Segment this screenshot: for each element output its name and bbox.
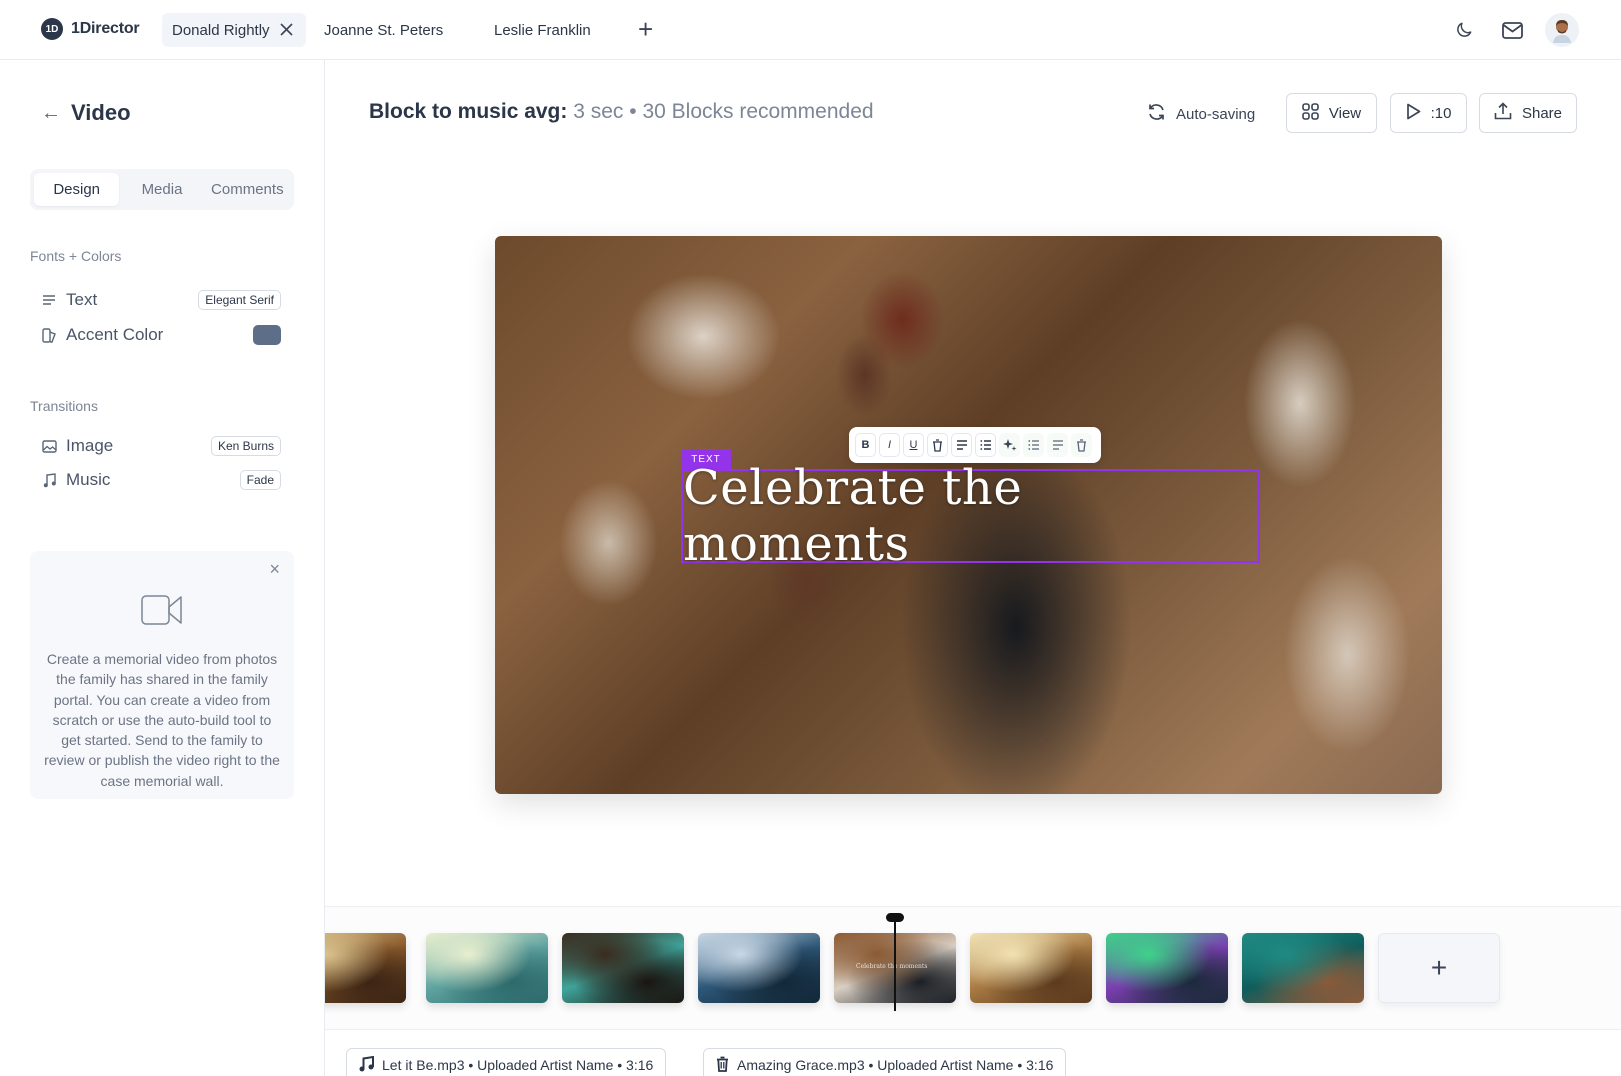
tab-donald-rightly[interactable]: Donald Rightly (162, 13, 306, 47)
close-tab-icon[interactable] (279, 21, 293, 39)
bold-button[interactable]: B (855, 433, 876, 457)
italic-button[interactable]: I (879, 433, 900, 457)
share-button[interactable]: Share (1479, 93, 1577, 133)
info-card: × Create a memorial video from photos th… (30, 551, 294, 799)
timeline-thumb[interactable] (1242, 933, 1364, 1003)
duration-label: :10 (1430, 104, 1452, 122)
grid-icon (1302, 102, 1319, 124)
tab-label: Joanne St. Peters (324, 21, 444, 39)
add-tab-button[interactable]: + (638, 14, 653, 44)
delete-icon-2[interactable] (1071, 433, 1092, 457)
video-camera-icon (141, 595, 183, 630)
image-transition-value[interactable]: Ken Burns (210, 436, 281, 456)
palette-icon (41, 327, 57, 343)
tab-design[interactable]: Design (34, 173, 120, 206)
play-button[interactable]: :10 (1390, 93, 1467, 133)
accent-color-option[interactable]: Accent Color (41, 321, 281, 349)
headline-text[interactable]: Celebrate the moments (683, 460, 1258, 572)
image-transition-label: Image (66, 436, 114, 455)
stat-value: 3 sec • 30 Blocks recommended (573, 100, 874, 123)
thumb-caption: Celebrate the moments (856, 963, 928, 970)
play-icon (1406, 103, 1421, 124)
list-icon-2[interactable] (1023, 433, 1044, 457)
block-stats: Block to music avg: 3 sec • 30 Blocks re… (369, 100, 874, 124)
app-logo[interactable]: 1D 1Director (41, 18, 140, 40)
timeline-thumb[interactable] (562, 933, 684, 1003)
music-note-icon (41, 472, 57, 488)
sidebar-title: Video (71, 100, 131, 125)
accent-color-label: Accent Color (66, 325, 164, 344)
share-label: Share (1521, 104, 1563, 122)
add-block-button[interactable]: + (1378, 933, 1500, 1003)
tab-label: Donald Rightly (172, 21, 270, 39)
top-bar: 1D 1Director Donald Rightly Joanne St. P… (0, 0, 1621, 60)
sidebar: ← Video Design Media Comments Fonts + Co… (0, 60, 325, 1076)
info-text: Create a memorial video from photos the … (44, 651, 280, 789)
music-transition-option[interactable]: Music Fade (41, 466, 281, 494)
tab-comments[interactable]: Comments (205, 173, 290, 206)
align-icon[interactable] (951, 433, 972, 457)
sparkle-icon[interactable] (999, 433, 1020, 457)
app-name: 1Director (71, 20, 140, 37)
delete-icon[interactable] (927, 433, 948, 457)
close-icon[interactable]: × (269, 559, 280, 580)
format-toolbar: B I U (849, 427, 1101, 463)
music-transition-label: Music (66, 470, 111, 489)
accent-color-swatch[interactable] (253, 325, 281, 345)
timeline-thumb[interactable] (1106, 933, 1228, 1003)
fonts-colors-heading: Fonts + Colors (30, 248, 122, 264)
trash-icon[interactable] (716, 1056, 729, 1075)
audio-track[interactable]: Let it Be.mp3 • Uploaded Artist Name • 3… (346, 1048, 667, 1076)
tab-label: Leslie Franklin (494, 21, 591, 39)
mail-icon[interactable] (1499, 17, 1525, 43)
tab-media[interactable]: Media (119, 173, 204, 206)
text-align-icon (41, 292, 57, 308)
tab-joanne-st-peters[interactable]: Joanne St. Peters (314, 13, 453, 47)
view-label: View (1328, 104, 1362, 122)
playhead[interactable] (894, 913, 896, 1011)
underline-button[interactable]: U (903, 433, 924, 457)
sidebar-header: ← Video (41, 100, 131, 126)
timeline-thumb[interactable] (325, 933, 406, 1003)
timeline-thumb[interactable] (426, 933, 548, 1003)
autosave-label: Auto-saving (1176, 105, 1256, 123)
align-icon-2[interactable] (1047, 433, 1068, 457)
music-note-icon (359, 1055, 374, 1075)
headline-text-box[interactable]: Celebrate the moments (681, 460, 1260, 572)
list-icon[interactable] (975, 433, 996, 457)
back-arrow-icon[interactable]: ← (41, 102, 61, 125)
share-upload-icon (1494, 102, 1512, 124)
tab-leslie-franklin[interactable]: Leslie Franklin (484, 13, 601, 47)
user-avatar[interactable] (1545, 13, 1579, 47)
transitions-heading: Transitions (30, 398, 98, 414)
image-transition-option[interactable]: Image Ken Burns (41, 432, 281, 460)
timeline-thumb[interactable] (970, 933, 1092, 1003)
text-option-label: Text (66, 290, 98, 309)
timeline-thumb[interactable] (698, 933, 820, 1003)
audio-track-label: Amazing Grace.mp3 • Uploaded Artist Name… (737, 1057, 1054, 1073)
audio-track[interactable]: Amazing Grace.mp3 • Uploaded Artist Name… (703, 1048, 1067, 1076)
music-transition-value[interactable]: Fade (239, 470, 281, 490)
view-button[interactable]: View (1286, 93, 1377, 133)
refresh-icon (1147, 103, 1166, 125)
logo-icon: 1D (41, 18, 63, 40)
stat-label: Block to music avg: (369, 100, 568, 123)
text-font-option[interactable]: Text Elegant Serif (41, 286, 281, 314)
playhead-handle[interactable] (886, 913, 904, 922)
text-font-value[interactable]: Elegant Serif (198, 290, 281, 310)
audio-track-label: Let it Be.mp3 • Uploaded Artist Name • 3… (382, 1057, 654, 1073)
sidebar-tabs: Design Media Comments (30, 169, 294, 210)
image-icon (41, 438, 57, 454)
timeline-strip: Celebrate the moments + (325, 906, 1621, 1030)
moon-icon[interactable] (1451, 17, 1477, 43)
autosave-status: Auto-saving (1147, 103, 1255, 125)
